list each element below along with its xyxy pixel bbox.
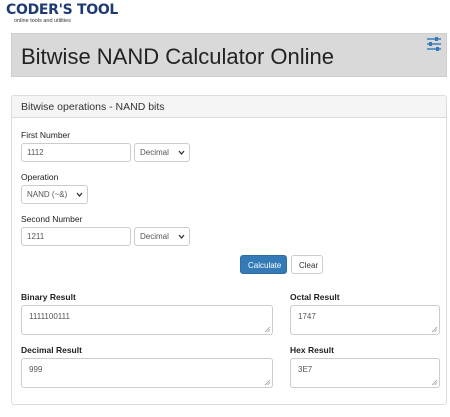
operation-label: Operation <box>21 172 59 182</box>
binary-result-label: Binary Result <box>21 292 76 302</box>
page-header: Bitwise NAND Calculator Online <box>11 33 447 77</box>
page-title: Bitwise NAND Calculator Online <box>21 44 334 69</box>
resize-grip-icon <box>264 326 271 333</box>
chevron-down-icon <box>178 234 185 240</box>
calculator-panel: Bitwise operations - NAND bits First Num… <box>11 95 447 405</box>
second-base-select[interactable]: Decimal <box>134 227 190 246</box>
hex-result-field[interactable]: 3E7 <box>290 358 440 388</box>
logo-subtitle: online tools and utilities <box>14 18 71 24</box>
octal-result-label: Octal Result <box>290 292 340 302</box>
first-number-input[interactable]: 1112 <box>21 143 131 162</box>
first-number-value: 1112 <box>27 148 44 157</box>
resize-grip-icon <box>264 379 271 386</box>
chevron-down-icon <box>178 150 185 156</box>
sliders-icon[interactable] <box>426 37 442 51</box>
calculate-button[interactable]: Calculate <box>240 255 287 274</box>
binary-result-value: 1111100111 <box>29 312 70 321</box>
octal-result-value: 1747 <box>298 312 316 321</box>
operation-select[interactable]: NAND (~&) <box>21 185 88 204</box>
first-number-label: First Number <box>21 130 71 140</box>
first-base-select[interactable]: Decimal <box>134 143 190 162</box>
second-number-label: Second Number <box>21 214 83 224</box>
chevron-down-icon <box>76 192 83 198</box>
site-logo[interactable]: CODER'S TOOL online tools and utilities <box>6 3 118 25</box>
resize-grip-icon <box>431 379 438 386</box>
panel-heading: Bitwise operations - NAND bits <box>12 96 446 118</box>
decimal-result-label: Decimal Result <box>21 345 82 355</box>
octal-result-field[interactable]: 1747 <box>290 305 440 335</box>
decimal-result-field[interactable]: 999 <box>21 358 273 388</box>
clear-button[interactable]: Clear <box>291 255 323 274</box>
hex-result-label: Hex Result <box>290 345 334 355</box>
second-number-input[interactable]: 1211 <box>21 227 131 246</box>
operation-value: NAND (~&) <box>27 190 68 199</box>
binary-result-field[interactable]: 1111100111 <box>21 305 273 335</box>
resize-grip-icon <box>431 326 438 333</box>
second-number-value: 1211 <box>27 232 45 241</box>
top-bar: CODER'S TOOL online tools and utilities <box>0 0 450 30</box>
first-base-value: Decimal <box>140 148 169 157</box>
decimal-result-value: 999 <box>29 365 43 374</box>
hex-result-value: 3E7 <box>298 365 313 374</box>
second-base-value: Decimal <box>140 232 169 241</box>
logo-title: CODER'S TOOL <box>6 2 119 18</box>
